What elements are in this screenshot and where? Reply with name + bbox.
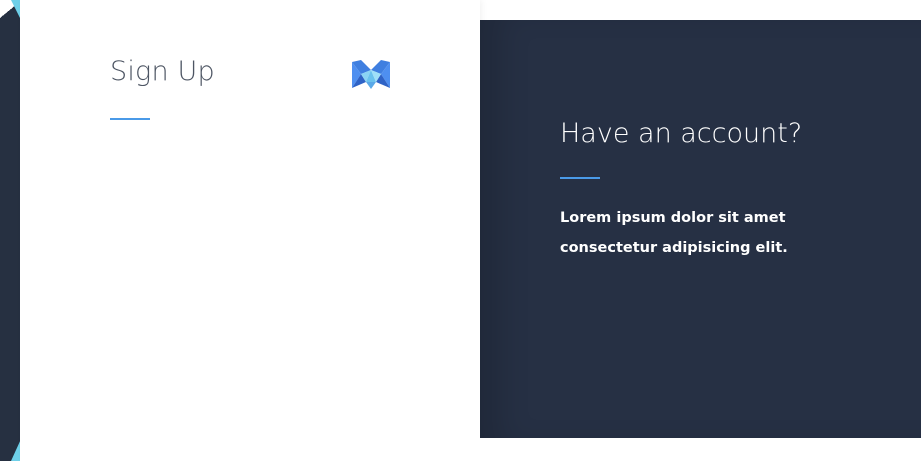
have-account-description: Lorem ipsum dolor sit amet consectetur a… [560,210,788,256]
signup-title-underline [110,118,150,120]
bottom-strip [480,438,921,461]
have-account-panel: Have an account? Lorem ipsum dolor sit a… [480,20,921,438]
signup-card: Sign Up [20,0,480,461]
have-account-title: Have an account? [560,118,803,149]
page: Sign Up Have an account? Lorem ipsum dol… [0,0,921,461]
left-edge-strip [0,0,22,461]
have-account-title-underline [560,177,600,179]
m-logo-icon [352,60,390,89]
signup-title: Sign Up [110,56,215,87]
